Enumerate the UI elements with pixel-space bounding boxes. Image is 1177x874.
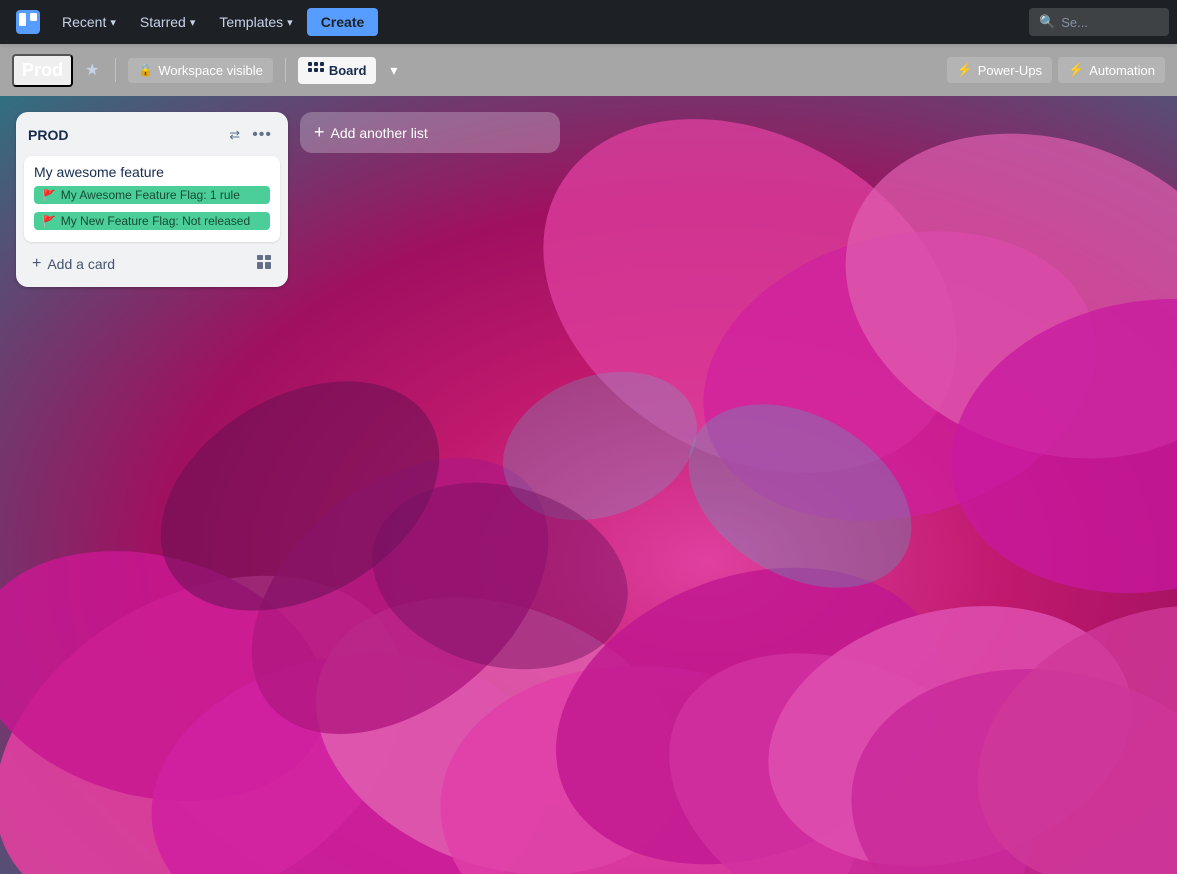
list-header-actions: ⇄ ••• bbox=[225, 122, 276, 148]
list-menu-button[interactable]: ••• bbox=[248, 122, 276, 148]
divider bbox=[115, 58, 116, 82]
add-card-plus-icon: + bbox=[32, 255, 41, 273]
card-label-1: 🚩 My Awesome Feature Flag: 1 rule bbox=[34, 186, 270, 204]
board-view-label: Board bbox=[329, 63, 367, 78]
lists-container: PROD ⇄ ••• My awesome feature 🚩 My Awes bbox=[16, 112, 560, 287]
label-text-1: My Awesome Feature Flag: 1 rule bbox=[61, 188, 240, 202]
label-text-2: My New Feature Flag: Not released bbox=[61, 214, 250, 228]
add-another-list-button[interactable]: + Add another list bbox=[300, 112, 560, 153]
add-card-button[interactable]: + Add a card bbox=[24, 248, 280, 279]
board-grid-icon bbox=[308, 62, 324, 79]
trello-logo bbox=[8, 10, 48, 34]
collapse-icon: ⇄ bbox=[229, 127, 240, 143]
add-card-left: + Add a card bbox=[32, 255, 115, 273]
recent-button[interactable]: Recent ▾ bbox=[52, 8, 126, 36]
board-area: PROD ⇄ ••• My awesome feature 🚩 My Awes bbox=[0, 96, 1177, 874]
add-list-label: Add another list bbox=[331, 125, 428, 141]
add-card-label: Add a card bbox=[47, 256, 115, 272]
board-view-button[interactable]: Board bbox=[298, 57, 377, 84]
starred-chevron-icon: ▾ bbox=[190, 16, 196, 29]
card-labels: 🚩 My Awesome Feature Flag: 1 rule 🚩 My N… bbox=[34, 186, 270, 234]
list-collapse-button[interactable]: ⇄ bbox=[225, 123, 244, 147]
card-title-awesome: My awesome feature bbox=[34, 164, 270, 180]
templates-button[interactable]: Templates ▾ bbox=[209, 8, 302, 36]
divider2 bbox=[285, 58, 286, 82]
automation-button[interactable]: ⚡ Automation bbox=[1058, 57, 1165, 83]
power-ups-label: Power-Ups bbox=[978, 63, 1042, 78]
automation-label: Automation bbox=[1089, 63, 1155, 78]
label-icon-1: 🚩 bbox=[42, 189, 56, 202]
create-button[interactable]: Create bbox=[307, 8, 379, 36]
workspace-visible-label: Workspace visible bbox=[158, 63, 263, 78]
list-header-prod: PROD ⇄ ••• bbox=[24, 122, 280, 148]
label-icon-2: 🚩 bbox=[42, 215, 56, 228]
board-header: Prod ★ 🔒 Workspace visible Board ▾ ⚡ Pow… bbox=[0, 44, 1177, 96]
board-title-button[interactable]: Prod bbox=[12, 54, 73, 87]
card-my-awesome-feature[interactable]: My awesome feature 🚩 My Awesome Feature … bbox=[24, 156, 280, 242]
recent-label: Recent bbox=[62, 14, 106, 30]
star-icon: ★ bbox=[85, 62, 99, 79]
create-label: Create bbox=[321, 14, 365, 30]
more-icon: ••• bbox=[252, 126, 272, 144]
starred-label: Starred bbox=[140, 14, 186, 30]
starred-button[interactable]: Starred ▾ bbox=[130, 8, 205, 36]
list-prod: PROD ⇄ ••• My awesome feature 🚩 My Awes bbox=[16, 112, 288, 287]
workspace-visible-button[interactable]: 🔒 Workspace visible bbox=[128, 58, 272, 83]
search-text: Se... bbox=[1061, 15, 1088, 30]
top-nav: Recent ▾ Starred ▾ Templates ▾ Create 🔍 … bbox=[0, 0, 1177, 44]
list-title-prod: PROD bbox=[28, 127, 225, 143]
expand-icon: ▾ bbox=[390, 62, 397, 78]
board-title-text: Prod bbox=[22, 60, 63, 80]
search-bar[interactable]: 🔍 Se... bbox=[1029, 8, 1169, 36]
card-label-2: 🚩 My New Feature Flag: Not released bbox=[34, 212, 270, 230]
power-ups-icon: ⚡ bbox=[957, 62, 973, 78]
power-ups-button[interactable]: ⚡ Power-Ups bbox=[947, 57, 1052, 83]
templates-chevron-icon: ▾ bbox=[287, 16, 293, 29]
header-right-actions: ⚡ Power-Ups ⚡ Automation bbox=[947, 57, 1165, 83]
recent-chevron-icon: ▾ bbox=[110, 16, 116, 29]
star-button[interactable]: ★ bbox=[81, 56, 103, 84]
add-card-template-icon bbox=[256, 254, 272, 273]
automation-zap-icon: ⚡ bbox=[1068, 62, 1084, 78]
workspace-lock-icon: 🔒 bbox=[138, 63, 153, 77]
add-list-plus-icon: + bbox=[314, 122, 325, 143]
search-icon: 🔍 bbox=[1039, 14, 1055, 30]
expand-button[interactable]: ▾ bbox=[384, 57, 403, 84]
templates-label: Templates bbox=[219, 14, 283, 30]
